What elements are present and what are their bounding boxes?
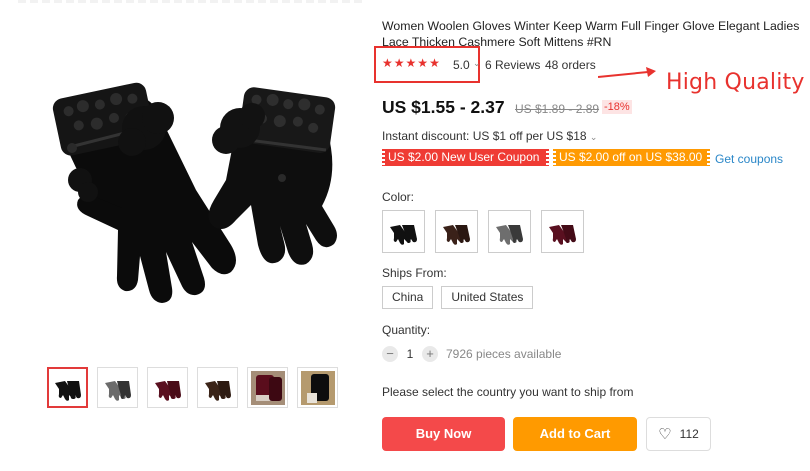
reviews-link[interactable]: 6 Reviews <box>485 58 540 72</box>
star-icon: ★ <box>417 56 429 70</box>
glove-thumb-icon <box>154 380 181 401</box>
orders-count: 48 orders <box>545 58 596 72</box>
ship-option-united-states[interactable]: United States <box>441 286 534 309</box>
thumbnail-wine-red-cuff[interactable] <box>247 367 288 408</box>
color-swatch-wine-red[interactable] <box>541 210 584 253</box>
glove-cuff-thumb-icon <box>250 370 285 405</box>
original-price: US $1.89 - 2.89 <box>515 102 600 116</box>
star-icon: ★ <box>405 56 417 70</box>
star-rating: ★ ★ ★ ★ ★ <box>382 56 440 70</box>
gloves-image <box>52 82 337 304</box>
glove-swatch-icon <box>548 224 576 245</box>
quantity-stepper: − 1 + 7926 pieces available <box>382 346 561 362</box>
glove-swatch-icon <box>495 224 523 245</box>
heart-icon: ♡ <box>658 425 672 443</box>
price: US $1.55 - 2.37 <box>382 97 505 117</box>
store-coupon[interactable]: US $2.00 off on US $38.00 <box>553 149 710 166</box>
available-stock: 7926 pieces available <box>446 347 562 361</box>
glove-thumb-icon <box>54 380 81 401</box>
annotation-label: High Quality <box>666 70 805 95</box>
star-icon: ★ <box>429 56 440 70</box>
arrow-icon <box>598 67 656 78</box>
thumbnail-black-cuff[interactable] <box>297 367 338 408</box>
instant-discount[interactable]: Instant discount: US $1 off per US $18 ⌄ <box>382 129 597 143</box>
star-icon: ★ <box>393 56 405 70</box>
glove-cuff-thumb-icon <box>300 370 335 405</box>
minus-icon[interactable]: − <box>382 346 398 362</box>
quantity-value[interactable]: 1 <box>398 347 422 361</box>
rating-value[interactable]: 5.0 <box>453 58 470 72</box>
quantity-label: Quantity: <box>382 323 431 337</box>
glove-swatch-icon <box>442 224 470 245</box>
ship-option-china[interactable]: China <box>382 286 434 309</box>
main-product-image[interactable] <box>26 30 356 330</box>
chevron-down-icon: ⌄ <box>589 132 598 142</box>
color-swatch-gray[interactable] <box>488 210 531 253</box>
wishlist-count: 112 <box>679 427 699 441</box>
glove-thumb-icon <box>204 380 231 401</box>
thumbnail-black[interactable] <box>47 367 88 408</box>
thumbnail-gray[interactable] <box>97 367 138 408</box>
add-to-cart-button[interactable]: Add to Cart <box>513 417 637 451</box>
ships-from-label: Ships From: <box>382 266 447 280</box>
color-label: Color: <box>382 190 415 204</box>
color-options <box>382 210 584 253</box>
thumbnail-brown[interactable] <box>197 367 238 408</box>
select-country-notice: Please select the country you want to sh… <box>382 385 634 399</box>
get-coupons-link[interactable]: Get coupons <box>715 152 783 166</box>
thumbnail-strip <box>47 367 338 408</box>
color-swatch-black[interactable] <box>382 210 425 253</box>
glove-thumb-icon <box>104 380 131 401</box>
instant-discount-text: Instant discount: US $1 off per US $18 <box>382 129 587 143</box>
ships-from-options: China United States <box>382 286 534 309</box>
discount-badge: -18% <box>602 100 632 114</box>
top-edge-strip <box>18 0 364 3</box>
star-icon: ★ <box>382 56 393 70</box>
glove-swatch-icon <box>389 224 417 245</box>
color-swatch-brown[interactable] <box>435 210 478 253</box>
plus-icon[interactable]: + <box>422 346 438 362</box>
chevron-down-icon[interactable]: ⌄ <box>473 58 481 69</box>
new-user-coupon[interactable]: US $2.00 New User Coupon <box>382 149 549 166</box>
buy-now-button[interactable]: Buy Now <box>382 417 505 451</box>
wishlist-button[interactable]: ♡ 112 <box>646 417 711 451</box>
thumbnail-wine-red[interactable] <box>147 367 188 408</box>
